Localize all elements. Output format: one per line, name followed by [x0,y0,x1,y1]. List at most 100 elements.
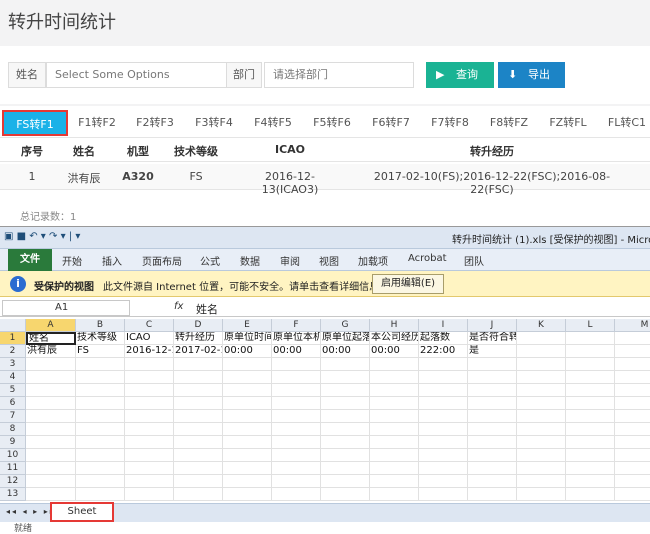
cell-g5[interactable] [321,384,370,397]
cell-b11[interactable] [76,462,125,475]
cell-h2[interactable]: 00:00 [370,345,419,358]
tab-fl-c1[interactable]: FL转C1 [600,110,650,136]
cell-e4[interactable] [223,371,272,384]
cell-c13[interactable] [125,488,174,501]
cell-a7[interactable] [26,410,76,423]
ribbon-tab-review[interactable]: 审阅 [280,253,300,268]
cell-i2[interactable]: 222:00 [419,345,468,358]
cell-b5[interactable] [76,384,125,397]
cell-h12[interactable] [370,475,419,488]
cell-a12[interactable] [26,475,76,488]
column-header-l[interactable]: L [566,319,615,332]
cell-c6[interactable] [125,397,174,410]
cell-a1[interactable]: 姓名 [26,332,76,345]
cell-d7[interactable] [174,410,223,423]
cell-f11[interactable] [272,462,321,475]
cell-f8[interactable] [272,423,321,436]
cell-m4[interactable] [615,371,650,384]
cell-b2[interactable]: FS [76,345,125,358]
cell-k8[interactable] [517,423,566,436]
cell-d4[interactable] [174,371,223,384]
ribbon-tab-acrobat[interactable]: Acrobat [408,253,447,264]
cell-d11[interactable] [174,462,223,475]
column-header-e[interactable]: E [223,319,272,332]
cell-m13[interactable] [615,488,650,501]
cell-e7[interactable] [223,410,272,423]
cell-k4[interactable] [517,371,566,384]
cell-k7[interactable] [517,410,566,423]
cell-a3[interactable] [26,358,76,371]
row-header-2[interactable]: 2 [0,345,26,358]
cell-f2[interactable]: 00:00 [272,345,321,358]
spreadsheet-grid[interactable]: A B C D E F G H I J K L M 1 姓名 技术等级 ICAO 转升经历 原单位时间 原单位本机 原单… [0,319,650,503]
row-header-3[interactable]: 3 [0,358,26,371]
cell-c4[interactable] [125,371,174,384]
ribbon-tab-data[interactable]: 数据 [240,253,260,268]
cell-b6[interactable] [76,397,125,410]
cell-m10[interactable] [615,449,650,462]
cell-h4[interactable] [370,371,419,384]
cell-a10[interactable] [26,449,76,462]
cell-l11[interactable] [566,462,615,475]
cell-e6[interactable] [223,397,272,410]
cell-c9[interactable] [125,436,174,449]
cell-e8[interactable] [223,423,272,436]
cell-g2[interactable]: 00:00 [321,345,370,358]
cell-d3[interactable] [174,358,223,371]
cell-e1[interactable]: 原单位时间 [223,332,272,345]
cell-m11[interactable] [615,462,650,475]
cell-e2[interactable]: 00:00 [223,345,272,358]
cell-g9[interactable] [321,436,370,449]
ribbon-tab-addins[interactable]: 加载项 [358,253,388,268]
cell-f4[interactable] [272,371,321,384]
cell-h13[interactable] [370,488,419,501]
tab-fs-f1[interactable]: FS转F1 [2,110,68,136]
name-select[interactable]: Select Some Options [46,62,228,88]
cell-c5[interactable] [125,384,174,397]
cell-m9[interactable] [615,436,650,449]
cell-a8[interactable] [26,423,76,436]
cell-l12[interactable] [566,475,615,488]
cell-g3[interactable] [321,358,370,371]
cell-g1[interactable]: 原单位起落 [321,332,370,345]
cell-j3[interactable] [468,358,517,371]
cell-h5[interactable] [370,384,419,397]
row-header-11[interactable]: 11 [0,462,26,475]
cell-e12[interactable] [223,475,272,488]
cell-c11[interactable] [125,462,174,475]
cell-l10[interactable] [566,449,615,462]
cell-i10[interactable] [419,449,468,462]
ribbon-tab-layout[interactable]: 页面布局 [142,253,182,268]
cell-b12[interactable] [76,475,125,488]
cell-h1[interactable]: 本公司经历 [370,332,419,345]
cell-g13[interactable] [321,488,370,501]
cell-k6[interactable] [517,397,566,410]
cell-f6[interactable] [272,397,321,410]
cell-h3[interactable] [370,358,419,371]
cell-i3[interactable] [419,358,468,371]
cell-h9[interactable] [370,436,419,449]
cell-l2[interactable] [566,345,615,358]
cell-c7[interactable] [125,410,174,423]
cell-g12[interactable] [321,475,370,488]
cell-e11[interactable] [223,462,272,475]
cell-h6[interactable] [370,397,419,410]
cell-d13[interactable] [174,488,223,501]
cell-a2[interactable]: 洪有辰 [26,345,76,358]
cell-d12[interactable] [174,475,223,488]
cell-b8[interactable] [76,423,125,436]
cell-c8[interactable] [125,423,174,436]
cell-a11[interactable] [26,462,76,475]
tab-f1-f2[interactable]: F1转F2 [70,110,124,136]
cell-l1[interactable] [566,332,615,345]
tab-f8-fz[interactable]: F8转FZ [482,110,536,136]
row-header-6[interactable]: 6 [0,397,26,410]
cell-m7[interactable] [615,410,650,423]
cell-b7[interactable] [76,410,125,423]
cell-a6[interactable] [26,397,76,410]
cell-m3[interactable] [615,358,650,371]
cell-e5[interactable] [223,384,272,397]
cell-m12[interactable] [615,475,650,488]
cell-c2[interactable]: 2016-12-13 [125,345,174,358]
cell-g11[interactable] [321,462,370,475]
